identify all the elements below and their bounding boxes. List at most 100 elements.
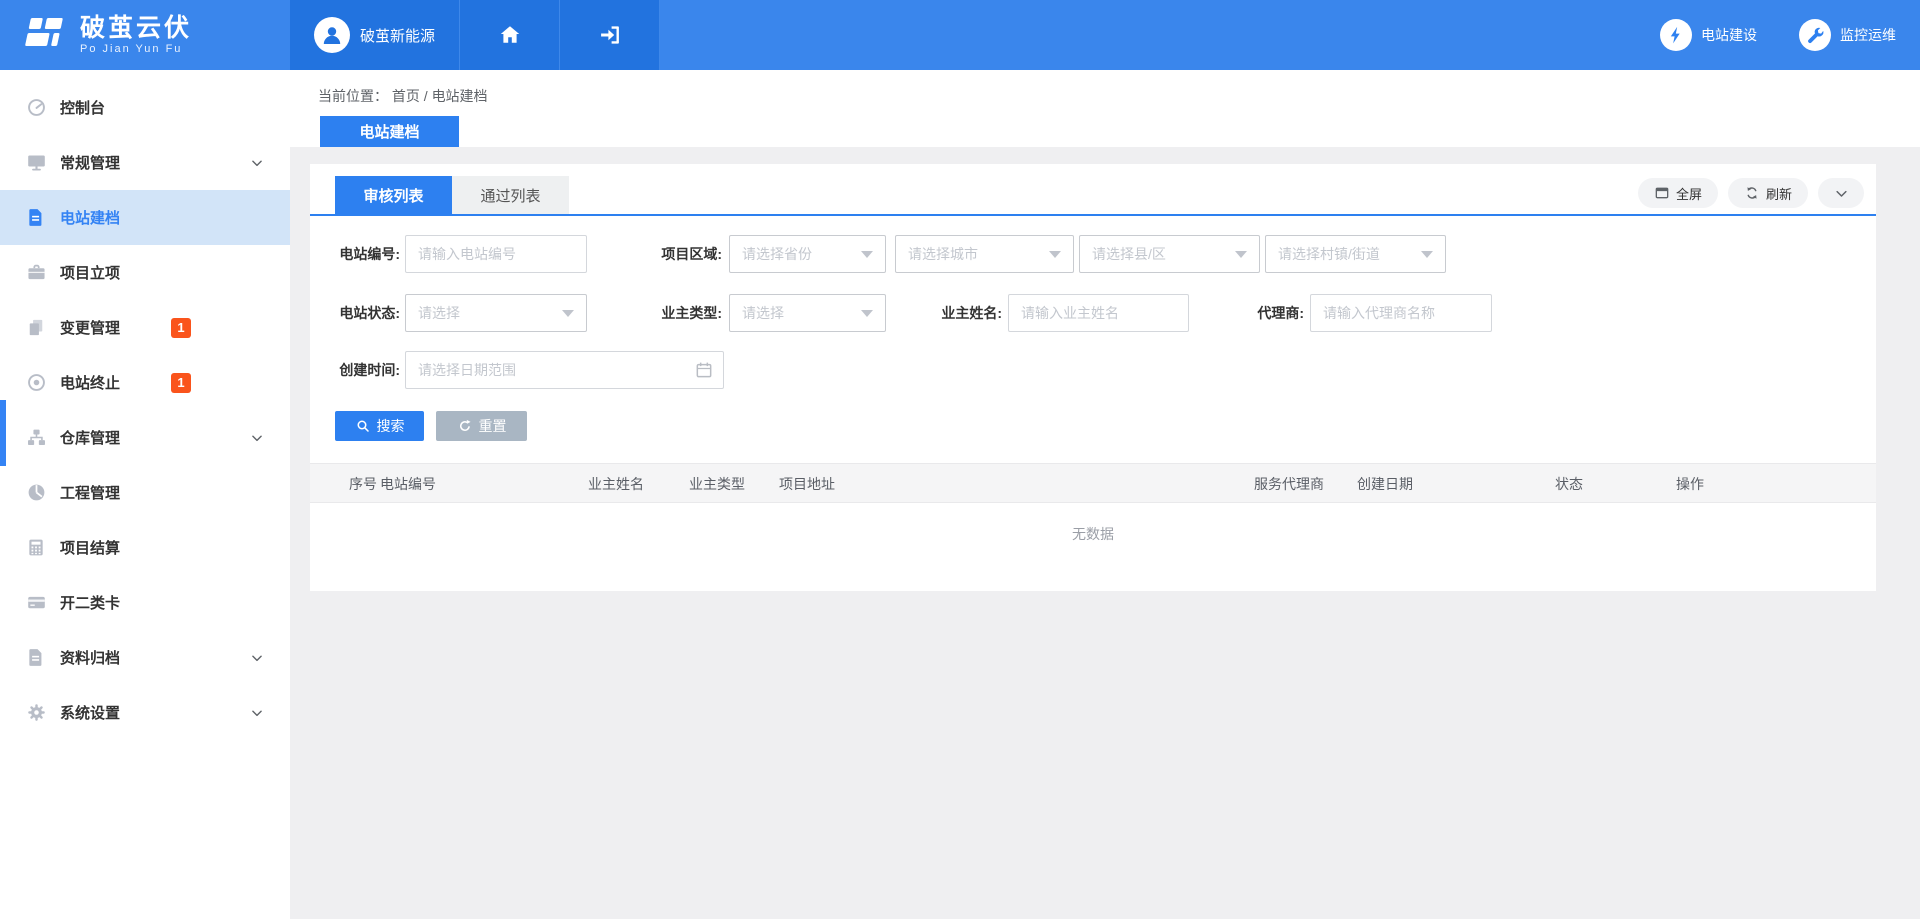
sidebar-item-label: 仓库管理 [60,427,120,448]
sidebar-item-label: 系统设置 [60,702,120,723]
breadcrumb-bar: 当前位置： 首页 / 电站建档 电站建档 [290,70,1920,147]
sidebar-item-open-card[interactable]: 开二类卡 [0,575,290,630]
nav-station-build[interactable]: 电站建设 [1660,19,1757,51]
refresh-button[interactable]: 刷新 [1728,178,1808,208]
dashboard-icon [25,97,47,119]
town-select[interactable]: 请选择村镇/街道 [1265,235,1446,273]
sidebar-item-label: 电站建档 [60,207,120,228]
brand-name: 破茧云伏 [80,15,192,41]
breadcrumb-home-link[interactable]: 首页 [392,88,420,104]
breadcrumb-separator: / [420,88,432,104]
owner-type-label: 业主类型: [630,294,722,332]
sign-out-icon [598,23,622,47]
page-tab-station-archive[interactable]: 电站建档 [320,116,459,147]
sidebar-item-console[interactable]: 控制台 [0,80,290,135]
fullscreen-label: 全屏 [1676,184,1702,203]
search-button[interactable]: 搜索 [335,411,424,441]
sign-out-button[interactable] [560,0,660,70]
caret-down-icon [562,310,574,317]
briefcase-icon [25,262,47,284]
sidebar-item-label: 变更管理 [60,317,120,338]
home-icon [498,23,522,47]
sidebar-item-label: 资料归档 [60,647,120,668]
app-root: 破茧云伏 Po Jian Yun Fu 破茧新能源 [0,0,1920,919]
city-select[interactable]: 请选择城市 [895,235,1074,273]
chevron-down-icon [250,156,264,170]
town-placeholder: 请选择村镇/街道 [1278,244,1421,264]
sidebar-item-warehouse-mgmt[interactable]: 仓库管理 [0,410,290,465]
topbar-actions: 电站建设 监控运维 [1660,0,1896,70]
tab-underline [310,214,1876,216]
column-header: 电站编号 [380,464,436,504]
sidebar-item-project-settlement[interactable]: 项目结算 [0,520,290,575]
collapse-button[interactable] [1818,178,1864,208]
chevron-down-icon [250,651,264,665]
date-range-input[interactable] [405,351,724,389]
column-header: 业主类型 [689,464,745,504]
pages-icon [25,317,47,339]
caret-down-icon [1235,251,1247,258]
agent-label: 代理商: [1228,294,1304,332]
sitemap-icon [25,427,47,449]
topbar-dark-section: 破茧新能源 [290,0,660,70]
station-status-select[interactable]: 请选择 [405,294,587,332]
tab-approved-list[interactable]: 通过列表 [452,176,569,214]
chevron-down-icon [1834,186,1849,201]
sidebar-item-label: 电站终止 [60,372,120,393]
user-menu[interactable]: 破茧新能源 [290,0,460,70]
sidebar-item-label: 开二类卡 [60,592,120,613]
brand-logo[interactable]: 破茧云伏 Po Jian Yun Fu [0,0,290,70]
station-no-label: 电站编号: [320,235,400,273]
caret-down-icon [861,251,873,258]
column-header: 业主姓名 [588,464,644,504]
sidebar-item-data-archive[interactable]: 资料归档 [0,630,290,685]
archive-document-icon [25,647,47,669]
station-status-label: 电站状态: [320,294,400,332]
credit-card-icon [25,592,47,614]
province-placeholder: 请选择省份 [742,244,861,264]
fullscreen-button[interactable]: 全屏 [1638,178,1718,208]
county-select[interactable]: 请选择县/区 [1079,235,1260,273]
column-header: 创建日期 [1357,464,1413,504]
notification-badge: 1 [171,318,191,338]
sidebar-item-station-terminate[interactable]: 电站终止 1 [0,355,290,410]
panel-toolbar: 全屏 刷新 [1638,178,1864,208]
sidebar-item-project-initiation[interactable]: 项目立项 [0,245,290,300]
tab-review-list[interactable]: 审核列表 [335,176,452,214]
table-header: 序号 电站编号 业主姓名 业主类型 项目地址 服务代理商 创建日期 状态 操作 [310,463,1876,503]
status-placeholder: 请选择 [418,303,562,323]
station-no-input[interactable] [405,235,587,273]
reset-button[interactable]: 重置 [436,411,527,441]
content-panel: 审核列表 通过列表 全屏 刷新 电站编号: 项目区域: 请选择省份 请选择城市 [310,164,1876,591]
region-label: 项目区域: [630,235,722,273]
column-header: 状态 [1555,464,1583,504]
nav-station-build-label: 电站建设 [1701,25,1757,45]
empty-state-text: 无数据 [310,524,1876,544]
gear-icon [25,702,47,724]
record-circle-icon [25,372,47,394]
sidebar-item-label: 控制台 [60,97,105,118]
column-header: 服务代理商 [1254,464,1324,504]
sidebar-item-change-mgmt[interactable]: 变更管理 1 [0,300,290,355]
agent-input[interactable] [1310,294,1492,332]
created-time-label: 创建时间: [320,351,400,389]
nav-monitor-ops[interactable]: 监控运维 [1799,19,1896,51]
sidebar-item-general-mgmt[interactable]: 常规管理 [0,135,290,190]
wrench-icon [1799,19,1831,51]
sidebar-item-label: 项目立项 [60,262,120,283]
owner-name-input[interactable] [1008,294,1189,332]
sidebar-item-engineering-mgmt[interactable]: 工程管理 [0,465,290,520]
sidebar-item-station-archive[interactable]: 电站建档 [0,190,290,245]
caret-down-icon [1049,251,1061,258]
sidebar-scrollbar-thumb[interactable] [0,400,6,466]
top-navbar: 破茧云伏 Po Jian Yun Fu 破茧新能源 [0,0,1920,70]
owner-type-placeholder: 请选择 [742,303,861,323]
breadcrumb: 当前位置： 首页 / 电站建档 [318,86,488,106]
sidebar-item-system-settings[interactable]: 系统设置 [0,685,290,740]
reset-label: 重置 [479,416,507,436]
search-icon [355,418,371,434]
owner-type-select[interactable]: 请选择 [729,294,886,332]
province-select[interactable]: 请选择省份 [729,235,886,273]
home-button[interactable] [460,0,560,70]
sidebar: 控制台 常规管理 电站建档 项目立项 [0,70,290,919]
